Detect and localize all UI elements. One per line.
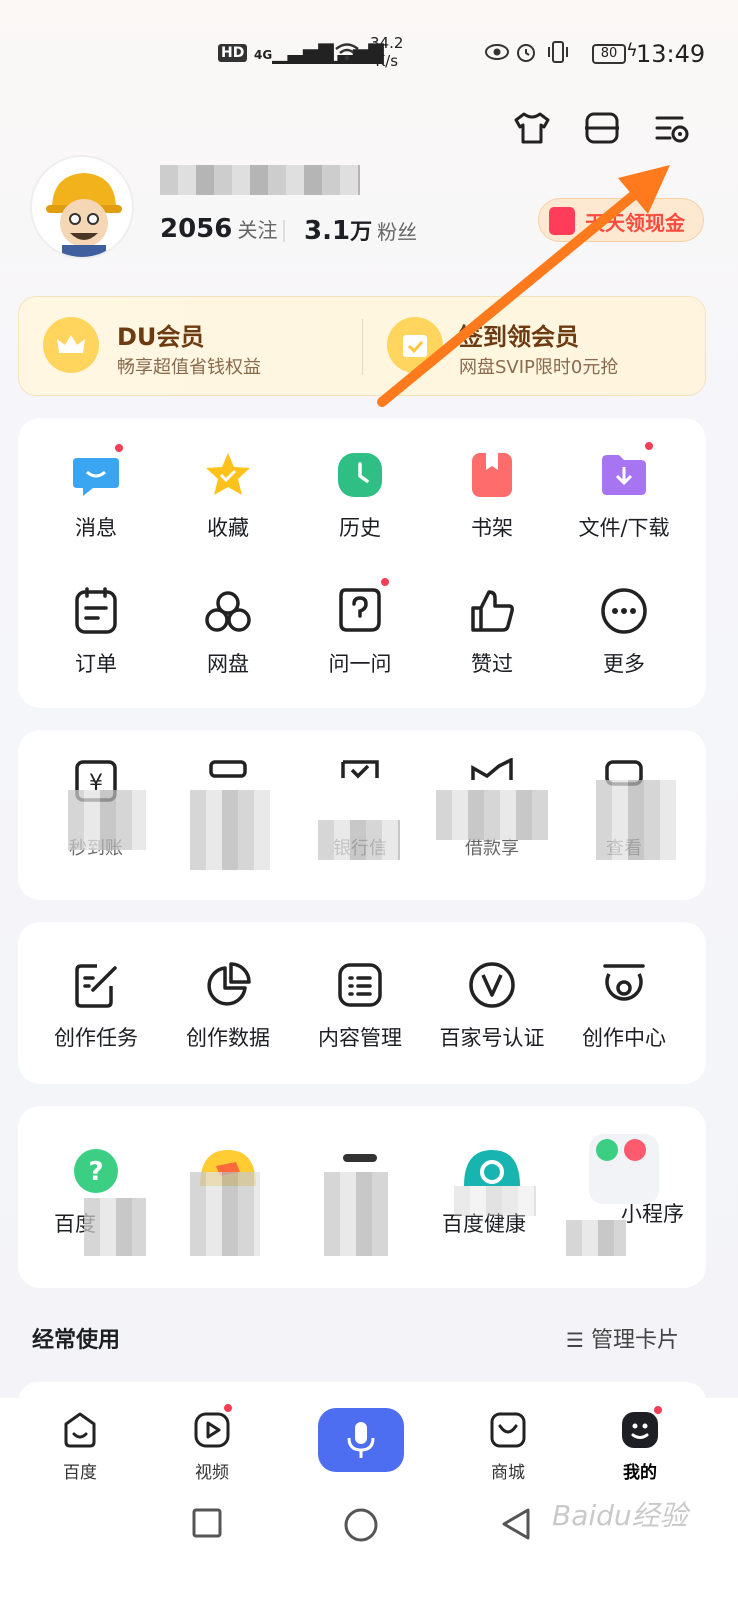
annotation-arrow: [377, 165, 670, 407]
